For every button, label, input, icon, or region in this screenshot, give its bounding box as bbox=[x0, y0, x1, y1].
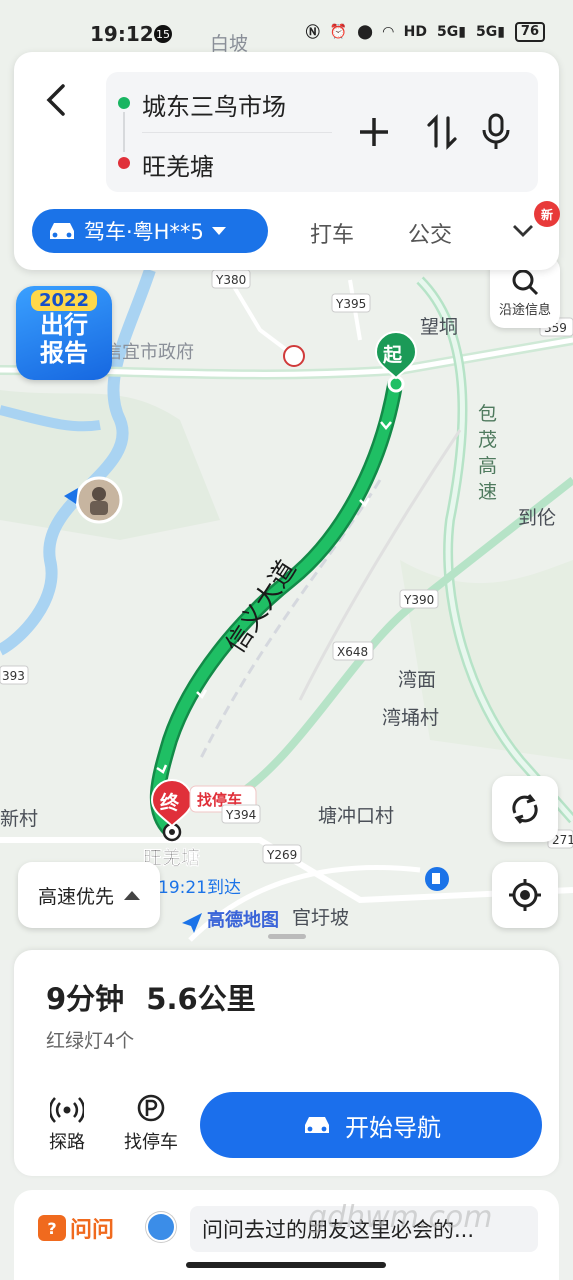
avatar bbox=[146, 1212, 176, 1242]
status-time: 19:12 bbox=[90, 22, 154, 46]
promo-line2: 报告 bbox=[40, 339, 88, 367]
explore-button[interactable]: 探路 bbox=[32, 1092, 102, 1154]
back-button[interactable] bbox=[36, 78, 76, 122]
find-parking-label: 找停车 bbox=[124, 1132, 178, 1153]
locate-me-button[interactable] bbox=[492, 862, 558, 928]
landmark-icon bbox=[283, 345, 305, 367]
tab-taxi[interactable]: 打车 bbox=[310, 217, 354, 249]
find-parking-button[interactable]: 找停车 bbox=[116, 1092, 186, 1154]
swap-icon bbox=[427, 114, 457, 150]
parking-icon bbox=[137, 1094, 165, 1122]
question-bubble-icon: ? bbox=[38, 1215, 66, 1241]
gas-station-icon[interactable] bbox=[425, 867, 449, 891]
crosshair-icon bbox=[509, 879, 541, 911]
traffic-lights-count: 红绿灯4个 bbox=[46, 1030, 135, 1052]
plus-icon bbox=[360, 118, 388, 146]
svg-text:Y380: Y380 bbox=[215, 273, 246, 287]
caret-up-icon bbox=[124, 890, 141, 900]
travel-report-promo[interactable]: 2022 出行 报告 bbox=[16, 286, 112, 380]
explore-label: 探路 bbox=[49, 1132, 85, 1153]
travel-mode-tabs: 驾车·粤H**5 打车 公交 新 bbox=[32, 201, 560, 255]
start-marker-label: 起 bbox=[382, 344, 403, 366]
swap-route-button[interactable] bbox=[422, 112, 462, 152]
battery-indicator: 76 bbox=[514, 22, 545, 42]
route-connector bbox=[123, 112, 125, 152]
caret-down-icon bbox=[211, 227, 226, 235]
alarm-icon: ⏰ bbox=[329, 24, 348, 40]
distance-value: 5.6公里 bbox=[146, 982, 256, 1016]
preference-label: 高速优先 bbox=[38, 885, 115, 908]
start-navigation-button[interactable]: 开始导航 bbox=[200, 1092, 542, 1158]
route-divider bbox=[142, 132, 332, 133]
voice-input-button[interactable] bbox=[476, 112, 516, 152]
svg-text:信宜市政府: 信宜市政府 bbox=[104, 342, 194, 363]
broadcast-icon bbox=[50, 1097, 84, 1123]
svg-text:393: 393 bbox=[2, 669, 25, 683]
svg-text:官圩坡: 官圩坡 bbox=[292, 907, 349, 929]
status-icons: Ⓝ ⏰ ⬤ ◠ HD 5G▮ 5G▮ 76 bbox=[306, 22, 545, 42]
end-marker-label: 终 bbox=[160, 791, 180, 814]
drag-handle[interactable] bbox=[268, 934, 306, 939]
origin-field[interactable]: 城东三鸟市场 bbox=[142, 87, 286, 122]
svg-text:包: 包 bbox=[478, 403, 497, 425]
microphone-icon bbox=[482, 113, 510, 149]
nfc-icon: Ⓝ bbox=[305, 25, 320, 41]
add-waypoint-button[interactable] bbox=[354, 112, 394, 152]
arrive-time-label: 19:21到达 bbox=[158, 878, 241, 898]
svg-text:新村: 新村 bbox=[0, 808, 38, 830]
svg-text:高: 高 bbox=[478, 455, 497, 477]
svg-text:塘冲口村: 塘冲口村 bbox=[318, 805, 394, 827]
svg-text:X648: X648 bbox=[337, 645, 368, 659]
signal-icon-b: 5G▮ bbox=[475, 24, 505, 40]
refresh-icon bbox=[512, 794, 538, 824]
svg-text:Y395: Y395 bbox=[335, 297, 366, 311]
status-bar: 19:12 15 Ⓝ ⏰ ⬤ ◠ HD 5G▮ 5G▮ 76 bbox=[0, 0, 573, 60]
signal-icon-a: 5G▮ bbox=[437, 24, 466, 40]
route-preference-button[interactable]: 高速优先 bbox=[18, 862, 160, 928]
svg-text:湾面: 湾面 bbox=[398, 669, 436, 691]
tab-drive[interactable]: 驾车·粤H**5 bbox=[32, 209, 268, 253]
promo-year: 2022 bbox=[30, 290, 98, 311]
svg-text:高德地图: 高德地图 bbox=[207, 909, 279, 931]
search-icon bbox=[512, 269, 539, 295]
gesture-bar[interactable] bbox=[186, 1262, 386, 1268]
hd-icon: HD bbox=[403, 24, 427, 40]
route-inputs: 城东三鸟市场 旺羌塘 bbox=[106, 72, 538, 192]
destination-dot bbox=[118, 157, 130, 169]
promo-line1: 出行 bbox=[40, 311, 88, 339]
car-icon bbox=[305, 1117, 329, 1133]
chevron-left-icon bbox=[46, 84, 65, 116]
more-modes-button[interactable] bbox=[510, 217, 536, 247]
svg-text:到伦: 到伦 bbox=[518, 507, 556, 529]
svg-text:Y390: Y390 bbox=[403, 593, 434, 607]
location-icon: ⬤ bbox=[357, 24, 373, 40]
refresh-route-button[interactable] bbox=[492, 776, 558, 842]
new-badge: 新 bbox=[534, 201, 560, 227]
wifi-icon: ◠ bbox=[382, 24, 394, 40]
watermark: gdhwm.com bbox=[308, 1200, 493, 1235]
tab-transit[interactable]: 公交 bbox=[408, 217, 452, 249]
duration-value: 9分钟 bbox=[46, 982, 125, 1016]
svg-text:望垌: 望垌 bbox=[420, 316, 458, 338]
along-route-label: 沿途信息 bbox=[498, 302, 551, 318]
car-icon bbox=[50, 223, 74, 239]
start-navigation-label: 开始导航 bbox=[345, 1113, 441, 1142]
ask-logo: ? 问问 bbox=[38, 1212, 114, 1244]
origin-dot bbox=[118, 97, 130, 109]
svg-text:Y269: Y269 bbox=[266, 848, 297, 862]
route-card: 城东三鸟市场 旺羌塘 驾车·粤H**5 打车 公交 新 bbox=[14, 52, 560, 270]
svg-text:湾埇村: 湾埇村 bbox=[382, 707, 439, 729]
notification-count-badge: 15 bbox=[154, 25, 172, 43]
route-duration-distance: 9分钟 5.6公里 bbox=[46, 976, 256, 1018]
chevron-down-icon bbox=[513, 225, 533, 237]
route-summary-card: 9分钟 5.6公里 红绿灯4个 探路 找停车 开始导航 bbox=[14, 950, 559, 1176]
destination-field[interactable]: 旺羌塘 bbox=[142, 147, 214, 182]
drive-tab-label: 驾车·粤H**5 bbox=[84, 220, 204, 244]
svg-text:茂: 茂 bbox=[478, 429, 497, 451]
svg-text:Y394: Y394 bbox=[225, 808, 256, 822]
svg-text:速: 速 bbox=[478, 481, 497, 503]
